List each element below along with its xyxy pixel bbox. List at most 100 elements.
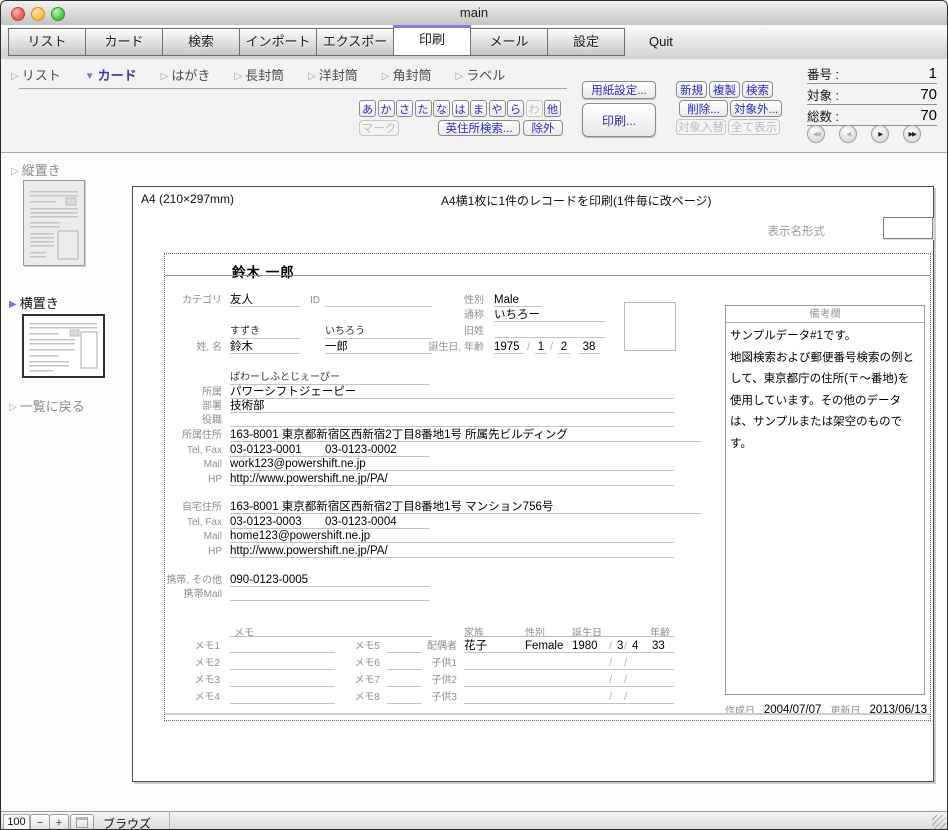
omit-record-button[interactable]: 対象外... <box>730 100 782 117</box>
kana-filter-button[interactable]: な <box>433 100 450 117</box>
spouse-field <box>464 639 674 653</box>
print-format-item[interactable]: はがき <box>161 65 211 84</box>
nickname-value: いちろー <box>494 308 605 322</box>
triangle-icon <box>9 398 17 413</box>
find-button[interactable]: 検索 <box>742 81 773 98</box>
kana-filter-button[interactable]: わ <box>526 100 543 117</box>
kana-filter-button[interactable]: は <box>452 100 469 117</box>
swap-found-set-button[interactable]: 対象入替 <box>676 119 726 135</box>
zoom-level[interactable]: 100 <box>3 814 30 830</box>
record-number-value[interactable]: 1 <box>929 65 937 82</box>
window-title: main <box>1 5 947 20</box>
previous-record-icon[interactable]: ◀ <box>839 125 857 143</box>
tab[interactable]: 設定 <box>547 28 625 56</box>
record-name: 鈴木 一郎 <box>232 261 295 281</box>
sidebar-item-landscape[interactable]: 横置き <box>9 293 59 312</box>
display-name-format-input[interactable] <box>883 217 933 239</box>
print-format-label: はがき <box>171 65 210 84</box>
tab[interactable]: 検索 <box>162 28 240 56</box>
sidebar-item-portrait[interactable]: 縦置き <box>11 160 61 179</box>
department-value: 技術部 <box>230 399 674 413</box>
kana-filter-button[interactable]: か <box>378 100 395 117</box>
tab[interactable]: インポート <box>239 28 317 56</box>
home-mail-label: Mail <box>165 529 222 543</box>
divider <box>169 812 170 830</box>
print-format-item[interactable]: 長封筒 <box>234 65 284 84</box>
record-number-row: 番号 : 1 <box>807 63 937 84</box>
next-record-icon[interactable]: ▶ <box>871 125 889 143</box>
first-record-icon[interactable]: ◀◀ <box>807 125 825 143</box>
mode-label[interactable]: ブラウズ <box>103 815 151 830</box>
print-format-item[interactable]: カード <box>85 65 137 84</box>
main-tabs: リストカード検索インポートエクスポート印刷メール設定 <box>9 28 625 56</box>
kana-filter-button[interactable]: ら <box>507 100 524 117</box>
print-format-label: 洋封筒 <box>319 65 358 84</box>
english-address-search-button[interactable]: 英住所検索... <box>438 120 520 136</box>
print-format-item[interactable]: 洋封筒 <box>308 65 358 84</box>
tab[interactable]: エクスポート <box>316 28 394 56</box>
kana-filter-button[interactable]: 他 <box>544 100 561 117</box>
resize-grip-icon[interactable] <box>932 815 946 829</box>
exclude-button[interactable]: 除外 <box>523 120 563 136</box>
company-value: パワーシフトジェーピー <box>230 385 674 399</box>
total-count-value: 70 <box>920 107 937 124</box>
paper-setup-button[interactable]: 用紙設定... <box>582 81 656 99</box>
back-to-list-label: 一覧に戻る <box>20 396 85 415</box>
kana-filter-button[interactable]: た <box>415 100 432 117</box>
landscape-thumbnail[interactable] <box>22 314 105 378</box>
memo-label: メモ4 <box>165 690 220 704</box>
triangle-icon <box>234 67 242 82</box>
show-all-button[interactable]: 全て表示 <box>728 119 780 135</box>
home-telfax-label: Tel, Fax <box>165 515 222 529</box>
tab[interactable]: カード <box>85 28 163 56</box>
kana-last-name: すずき <box>230 325 300 339</box>
memo-field <box>230 656 335 670</box>
memo-row: メモ1 <box>165 639 345 656</box>
home-mail-value: home123@powershift.ne.jp <box>230 529 674 543</box>
mark-button[interactable]: マーク <box>359 120 399 136</box>
tab[interactable]: メール <box>470 28 548 56</box>
status-area-toggle-icon[interactable] <box>70 814 94 830</box>
print-format-item[interactable]: ラベル <box>456 65 506 84</box>
last-name-value: 鈴木 <box>230 340 300 354</box>
home-hp-label: HP <box>165 544 222 558</box>
zoom-out-icon[interactable]: − <box>30 814 50 830</box>
birth-year-value: 1975 <box>494 340 524 354</box>
tab[interactable]: 印刷 <box>393 25 471 56</box>
triangle-icon <box>9 295 17 310</box>
delete-record-button[interactable]: 削除... <box>679 100 728 117</box>
record-number-label: 番号 : <box>807 64 839 83</box>
birth-month-value: 1 <box>535 340 547 354</box>
spouse-birth-month: 3 <box>617 639 623 653</box>
print-description: A4横1枚に1件のレコードを印刷(1件毎に改ページ) <box>441 192 711 209</box>
child-field <box>464 690 674 704</box>
portrait-thumbnail[interactable] <box>23 180 85 266</box>
memo-list-left: メモ1 メモ2 メモ3 メモ4 <box>165 639 345 707</box>
print-format-item[interactable]: リスト <box>11 65 61 84</box>
title-bar: main <box>1 1 947 26</box>
print-format-item[interactable]: 角封筒 <box>382 65 432 84</box>
spouse-gender-value: Female <box>525 639 563 653</box>
photo-placeholder <box>624 302 676 351</box>
sidebar-item-back-to-list[interactable]: 一覧に戻る <box>9 396 85 415</box>
kana-filter-button[interactable]: や <box>489 100 506 117</box>
new-record-button[interactable]: 新規 <box>676 81 707 98</box>
memo-label: メモ7 <box>345 673 380 687</box>
kana-filter-button[interactable]: あ <box>359 100 376 117</box>
kana-filter-button[interactable]: ま <box>470 100 487 117</box>
child-label: 子供1 <box>400 656 457 670</box>
notes-header: 備考欄 <box>726 306 924 323</box>
print-button[interactable]: 印刷... <box>582 103 656 137</box>
quit-button[interactable]: Quit <box>649 25 673 59</box>
child-row: 子供3 / / <box>400 690 680 707</box>
tab[interactable]: リスト <box>8 28 86 56</box>
mobile-label: 携帯, その他 <box>165 573 222 587</box>
zoom-in-icon[interactable]: + <box>49 814 69 830</box>
memo-label: メモ1 <box>165 639 220 653</box>
age-value: 38 <box>578 340 600 354</box>
kana-filter-button[interactable]: さ <box>396 100 413 117</box>
duplicate-record-button[interactable]: 複製 <box>709 81 740 98</box>
last-record-icon[interactable]: ▶▶ <box>903 125 921 143</box>
maiden-name-label: 旧姓 <box>365 324 484 338</box>
divider <box>230 636 432 637</box>
